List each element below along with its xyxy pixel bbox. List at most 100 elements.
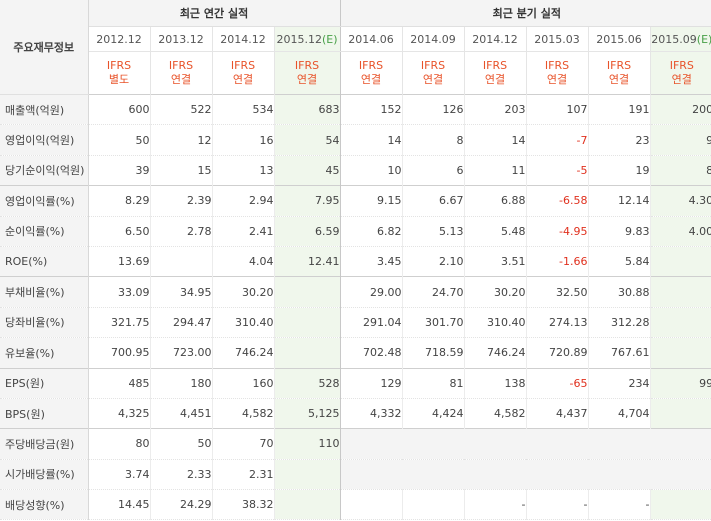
value-cell: -4.95: [525, 216, 589, 247]
row-label: ROE(%): [0, 246, 89, 278]
value-cell: 310.40: [211, 307, 274, 339]
value-cell: -1.66: [525, 246, 589, 278]
value-cell: 110: [273, 428, 341, 460]
value-cell: 310.40: [463, 307, 527, 339]
value-cell: 6.67: [401, 185, 465, 217]
value-cell: 9: [649, 124, 711, 156]
value-cell: -: [587, 489, 651, 521]
value-cell: 3.74: [87, 459, 150, 491]
value-cell: 485: [87, 367, 150, 399]
row-label: BPS(원): [0, 398, 89, 430]
row-label: 유보율(%): [0, 337, 89, 369]
period-header: 2012.12: [87, 26, 150, 52]
value-cell: 4.00: [649, 216, 711, 247]
value-cell: 4,451: [149, 398, 212, 430]
value-cell: [649, 398, 711, 430]
ifrs-header: IFRS 별도: [87, 51, 150, 95]
ifrs-standard-label: IFRS: [294, 59, 320, 72]
table-row: 당기순이익(억원)3915134510611-5198: [0, 155, 711, 187]
value-cell: [273, 276, 341, 308]
value-cell: 746.24: [211, 337, 274, 369]
ifrs-standard-label: IFRS: [230, 59, 256, 72]
period-header: 2015.03: [525, 26, 589, 52]
value-cell: [273, 307, 341, 339]
ifrs-header: IFRS 연결: [211, 51, 274, 95]
value-cell: 191: [587, 93, 651, 126]
value-cell: [649, 246, 711, 278]
value-cell: [649, 337, 711, 369]
value-cell: 718.59: [401, 337, 465, 369]
period-label: 2015.12: [276, 32, 322, 46]
value-cell: [401, 489, 465, 521]
value-cell: 81: [401, 367, 465, 399]
value-cell: 29.00: [339, 276, 403, 308]
row-label: 영업이익(억원): [0, 124, 89, 156]
ifrs-standard-label: IFRS: [358, 59, 384, 72]
value-cell: 129: [339, 367, 403, 399]
value-cell: 720.89: [525, 337, 589, 369]
quarter-section-title: 최근 분기 실적: [339, 0, 711, 27]
table-row: 영업이익(억원)5012165414814-7239: [0, 124, 711, 156]
ifrs-scope-label: 연결: [546, 73, 568, 86]
ifrs-scope-label: 연결: [296, 73, 318, 86]
value-cell: 4.30: [649, 185, 711, 217]
period-header: 2014.12: [463, 26, 527, 52]
value-cell: [649, 276, 711, 308]
ifrs-header: IFRS 연결: [649, 51, 711, 95]
value-cell: 6.59: [273, 216, 341, 247]
period-header: 2015.12(E): [273, 26, 341, 52]
value-cell: 54: [273, 124, 341, 156]
ifrs-header: IFRS 연결: [273, 51, 341, 95]
ifrs-scope-label: 연결: [608, 73, 630, 86]
ifrs-scope-label: 별도: [108, 73, 130, 86]
ifrs-scope-label: 연결: [671, 73, 692, 86]
value-cell: 4,704: [587, 398, 651, 430]
value-cell: 138: [463, 367, 527, 399]
value-cell: 38.32: [211, 489, 274, 521]
value-cell: [273, 489, 341, 521]
period-header: 2014.06: [339, 26, 403, 52]
ifrs-scope-label: 연결: [484, 73, 506, 86]
table-row: 순이익률(%) 6.50 2.78 2.41 6.59 6.82 5.13 5.48 -4.95…: [0, 216, 711, 247]
ifrs-header: IFRS 연결: [587, 51, 651, 95]
value-cell: 203: [463, 93, 527, 126]
value-cell: 180: [149, 367, 212, 399]
ifrs-standard-label: IFRS: [544, 59, 570, 72]
value-cell: 2.94: [211, 185, 274, 217]
value-cell: 2.33: [149, 459, 212, 491]
period-header: 2014.09: [401, 26, 465, 52]
value-cell: [273, 459, 341, 491]
value-cell: 2.10: [401, 246, 465, 278]
ifrs-header: IFRS 연결: [149, 51, 212, 95]
value-cell: 723.00: [149, 337, 212, 369]
value-cell: 50: [149, 428, 212, 460]
value-cell: -7: [525, 124, 589, 156]
value-cell: 600: [87, 93, 150, 126]
ifrs-header: IFRS 연결: [339, 51, 403, 95]
value-cell: 8: [649, 155, 711, 187]
value-cell: 6: [401, 155, 465, 187]
period-header: 2015.09(E): [649, 26, 711, 52]
value-cell: 7.95: [273, 185, 341, 217]
value-cell: 528: [273, 367, 341, 399]
value-cell: -5: [525, 155, 589, 187]
value-cell: 33.09: [87, 276, 150, 308]
value-cell: 2.39: [149, 185, 212, 217]
table-row: EPS(원)48518016052812981138-6523499: [0, 367, 711, 399]
value-cell: 5.84: [587, 246, 651, 278]
empty-cell: [339, 428, 711, 460]
value-cell: 126: [401, 93, 465, 126]
value-cell: 9.83: [587, 216, 651, 247]
ifrs-standard-label: IFRS: [606, 59, 632, 72]
table-row: 유보율(%) 700.95 723.00 746.24 702.48 718.59 746.…: [0, 337, 711, 369]
row-label: 주당배당금(원): [0, 428, 89, 460]
value-cell: -65: [525, 367, 589, 399]
value-cell: 3.45: [339, 246, 403, 278]
period-label: 2014.12: [220, 32, 266, 46]
value-cell: 301.70: [401, 307, 465, 339]
value-cell: 13: [211, 155, 274, 187]
value-cell: -: [525, 489, 589, 521]
estimate-mark: (E): [321, 32, 338, 46]
value-cell: 24.70: [401, 276, 465, 308]
value-cell: 5,125: [273, 398, 341, 430]
